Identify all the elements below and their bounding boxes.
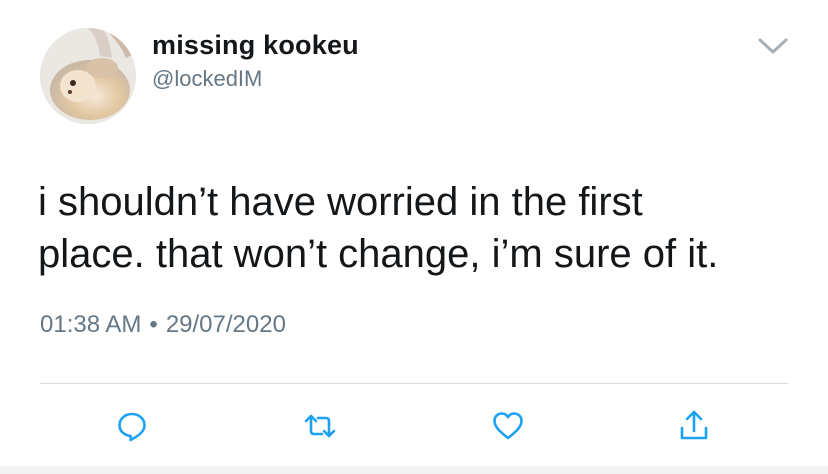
- retweet-icon: [304, 414, 336, 438]
- heart-icon: [493, 412, 523, 440]
- tweet-text: i shouldn’t have worried in the first pl…: [38, 180, 719, 276]
- display-name[interactable]: missing kookeu: [152, 30, 359, 61]
- chevron-down-icon[interactable]: [755, 30, 791, 62]
- reply-icon: [118, 412, 146, 442]
- tweet-date: 29/07/2020: [165, 311, 286, 338]
- avatar[interactable]: [40, 28, 136, 124]
- divider: [40, 383, 788, 384]
- retweet-button[interactable]: [298, 404, 342, 448]
- share-button[interactable]: [672, 404, 716, 448]
- share-icon: [680, 410, 708, 440]
- avatar-photo: [40, 28, 136, 124]
- tweet-time: 01:38 AM: [40, 311, 142, 338]
- like-button[interactable]: [486, 404, 530, 448]
- meta-separator: •: [149, 311, 158, 338]
- action-bar: [0, 404, 828, 454]
- bottom-edge: [0, 466, 828, 474]
- tweet-timestamp[interactable]: 01:38 AM • 29/07/2020: [40, 311, 286, 339]
- reply-button[interactable]: [110, 404, 154, 448]
- user-handle[interactable]: @lockedIM: [152, 66, 262, 92]
